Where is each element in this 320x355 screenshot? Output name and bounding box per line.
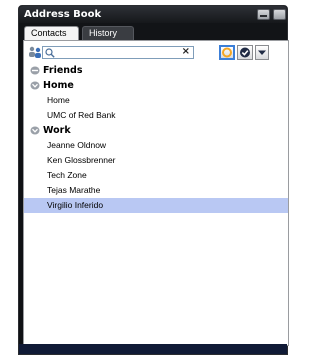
expanded-group-icon[interactable] — [30, 81, 40, 90]
group-home[interactable]: Home — [24, 78, 288, 93]
group-work[interactable]: Work — [24, 123, 288, 138]
bottom-bar — [19, 344, 287, 354]
contacts-panel: × Friends Home Home UMC of Red Bank Work… — [23, 40, 289, 346]
collapsed-group-icon[interactable] — [30, 66, 40, 75]
accept-button[interactable] — [237, 45, 253, 60]
group-name: Home — [43, 80, 74, 91]
status-icon — [222, 47, 232, 58]
expanded-group-icon[interactable] — [30, 126, 40, 135]
add-contact-icon[interactable] — [28, 46, 42, 58]
address-book-window: Address Book Contacts History × Friends … — [18, 5, 289, 355]
close-button[interactable] — [273, 9, 286, 20]
group-name: Work — [43, 125, 71, 136]
contact-item-selected[interactable]: Virgilio Inferido — [24, 198, 288, 213]
check-icon — [240, 47, 250, 58]
contact-item[interactable]: Jeanne Oldnow — [24, 138, 288, 153]
menu-button[interactable] — [255, 45, 269, 60]
group-friends[interactable]: Friends — [24, 63, 288, 78]
search-field[interactable]: × — [42, 46, 194, 59]
tab-history[interactable]: History — [82, 26, 134, 40]
contact-item[interactable]: Tejas Marathe — [24, 183, 288, 198]
contacts-toolbar: × — [24, 41, 288, 63]
search-input[interactable] — [57, 47, 181, 58]
contact-item[interactable]: Tech Zone — [24, 168, 288, 183]
chevron-down-icon — [258, 50, 266, 55]
contact-item[interactable]: UMC of Red Bank — [24, 108, 288, 123]
window-title: Address Book — [24, 9, 102, 20]
search-icon — [45, 48, 55, 58]
tab-contacts[interactable]: Contacts — [24, 26, 79, 40]
title-bar[interactable]: Address Book — [19, 6, 287, 23]
clear-search-icon[interactable]: × — [182, 46, 190, 57]
contact-tree: Friends Home Home UMC of Red Bank Work J… — [24, 63, 288, 213]
contact-item[interactable]: Home — [24, 93, 288, 108]
tab-strip: Contacts History — [19, 23, 287, 40]
group-name: Friends — [43, 65, 83, 76]
minimize-button[interactable] — [257, 9, 270, 20]
status-button[interactable] — [219, 45, 235, 60]
contact-item[interactable]: Ken Glossbrenner — [24, 153, 288, 168]
